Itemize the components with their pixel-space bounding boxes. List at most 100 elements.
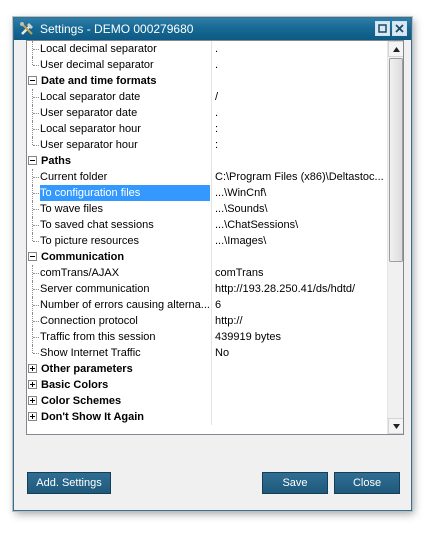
- property-name-cell[interactable]: Connection protocol: [27, 313, 212, 329]
- scrollbar-thumb[interactable]: [389, 58, 403, 262]
- property-name-cell[interactable]: To configuration files: [27, 185, 212, 201]
- property-row[interactable]: Number of errors causing alterna... 6: [27, 297, 387, 313]
- property-value-cell[interactable]: /: [213, 89, 387, 105]
- property-row[interactable]: To picture resources ...\Images\: [27, 233, 387, 249]
- category-row[interactable]: Date and time formats: [27, 73, 387, 89]
- settings-window: Settings - DEMO 000279680 Local decimal …: [13, 17, 412, 511]
- property-name-cell[interactable]: Server communication: [27, 281, 212, 297]
- property-row[interactable]: Local separator date /: [27, 89, 387, 105]
- property-value-cell[interactable]: :: [213, 137, 387, 153]
- property-value-cell[interactable]: C:\Program Files (x86)\Deltastoc...: [213, 169, 387, 185]
- property-value-cell[interactable]: 439919 bytes: [213, 329, 387, 345]
- collapse-icon[interactable]: [28, 252, 37, 261]
- property-label: To wave files: [40, 203, 103, 215]
- property-row[interactable]: comTrans/AJAX comTrans: [27, 265, 387, 281]
- property-row[interactable]: To configuration files ...\WinCnf\: [27, 185, 387, 201]
- collapse-icon[interactable]: [28, 156, 37, 165]
- property-label: Local separator hour: [40, 123, 141, 135]
- property-name-cell[interactable]: Color Schemes: [27, 393, 212, 409]
- property-name-cell[interactable]: Don't Show It Again: [27, 409, 212, 425]
- close-button[interactable]: Close: [334, 472, 400, 494]
- expand-icon[interactable]: [28, 412, 37, 421]
- property-value-cell[interactable]: http://193.28.250.41/ds/hdtd/: [213, 281, 387, 297]
- tree-branch: [33, 177, 39, 178]
- vertical-scrollbar[interactable]: [387, 41, 403, 434]
- property-name-cell[interactable]: Number of errors causing alterna...: [27, 297, 212, 313]
- property-name-cell[interactable]: User separator hour: [27, 137, 212, 153]
- category-row[interactable]: Basic Colors: [27, 377, 387, 393]
- restore-button[interactable]: [375, 21, 390, 36]
- property-row[interactable]: Local separator hour:: [27, 121, 387, 137]
- tree-branch: [33, 273, 39, 274]
- property-row[interactable]: Server communication http://193.28.250.41…: [27, 281, 387, 297]
- property-name-cell[interactable]: To picture resources: [27, 233, 212, 249]
- save-button[interactable]: Save: [262, 472, 328, 494]
- property-row[interactable]: Local decimal separator.: [27, 41, 387, 57]
- property-name-cell[interactable]: Local decimal separator: [27, 41, 212, 57]
- collapse-icon[interactable]: [28, 76, 37, 85]
- property-value-cell[interactable]: .: [213, 57, 387, 73]
- property-value-cell[interactable]: ...\Images\: [213, 233, 387, 249]
- scroll-up-button[interactable]: [388, 41, 403, 57]
- property-row[interactable]: User separator date.: [27, 105, 387, 121]
- category-row[interactable]: Don't Show It Again: [27, 409, 387, 425]
- property-name-cell[interactable]: User separator date: [27, 105, 212, 121]
- category-label: Don't Show It Again: [41, 411, 145, 423]
- tree-branch: [33, 337, 39, 338]
- property-name-cell[interactable]: To wave files: [27, 201, 212, 217]
- property-row[interactable]: Traffic from this session 439919 bytes: [27, 329, 387, 345]
- property-row[interactable]: User decimal separator.: [27, 57, 387, 73]
- property-label: Connection protocol: [40, 315, 138, 327]
- close-window-button[interactable]: [392, 21, 407, 36]
- scroll-down-button[interactable]: [388, 418, 403, 434]
- property-row[interactable]: Show Internet Traffic No: [27, 345, 387, 361]
- title-bar[interactable]: Settings - DEMO 000279680: [14, 18, 411, 40]
- property-label: User separator date: [40, 107, 138, 119]
- category-label: Basic Colors: [41, 379, 109, 391]
- property-value-cell[interactable]: .: [213, 41, 387, 57]
- property-name-cell[interactable]: Show Internet Traffic: [27, 345, 212, 361]
- property-value-cell[interactable]: .: [213, 105, 387, 121]
- property-value-cell: [213, 361, 387, 377]
- property-row[interactable]: Current folder C:\Program Files (x86)\Del…: [27, 169, 387, 185]
- settings-property-grid[interactable]: Local decimal separator. User decimal sep…: [26, 40, 404, 435]
- category-row[interactable]: Other parameters: [27, 361, 387, 377]
- property-value-cell[interactable]: http://: [213, 313, 387, 329]
- property-value-cell[interactable]: No: [213, 345, 387, 361]
- property-value-cell[interactable]: ...\WinCnf\: [213, 185, 387, 201]
- property-name-cell[interactable]: Date and time formats: [27, 73, 212, 89]
- property-value-cell[interactable]: comTrans: [213, 265, 387, 281]
- property-value-cell[interactable]: ...\Sounds\: [213, 201, 387, 217]
- category-row[interactable]: Communication: [27, 249, 387, 265]
- tree-branch: [33, 289, 39, 290]
- property-name-cell[interactable]: Basic Colors: [27, 377, 212, 393]
- property-name-cell[interactable]: Current folder: [27, 169, 212, 185]
- category-row[interactable]: Color Schemes: [27, 393, 387, 409]
- property-name-cell[interactable]: Communication: [27, 249, 212, 265]
- property-name-cell[interactable]: Other parameters: [27, 361, 212, 377]
- property-label: Number of errors causing alterna...: [40, 299, 210, 311]
- property-label: comTrans/AJAX: [40, 267, 120, 279]
- property-name-cell[interactable]: Traffic from this session: [27, 329, 212, 345]
- category-row[interactable]: Paths: [27, 153, 387, 169]
- property-name-cell[interactable]: User decimal separator: [27, 57, 212, 73]
- property-row[interactable]: User separator hour:: [27, 137, 387, 153]
- expand-icon[interactable]: [28, 364, 37, 373]
- property-value-cell[interactable]: ...\ChatSessions\: [213, 217, 387, 233]
- expand-icon[interactable]: [28, 396, 37, 405]
- property-name-cell[interactable]: To saved chat sessions: [27, 217, 212, 233]
- property-value-cell[interactable]: :: [213, 121, 387, 137]
- property-name-cell[interactable]: Local separator date: [27, 89, 212, 105]
- tree-branch: [33, 49, 39, 50]
- expand-icon[interactable]: [28, 380, 37, 389]
- property-value-cell: [213, 409, 387, 425]
- property-name-cell[interactable]: comTrans/AJAX: [27, 265, 212, 281]
- property-row[interactable]: To saved chat sessions ...\ChatSessions\: [27, 217, 387, 233]
- property-value-cell[interactable]: 6: [213, 297, 387, 313]
- tree-line: [32, 233, 34, 241]
- property-row[interactable]: To wave files ...\Sounds\: [27, 201, 387, 217]
- property-name-cell[interactable]: Local separator hour: [27, 121, 212, 137]
- property-row[interactable]: Connection protocol http://: [27, 313, 387, 329]
- property-name-cell[interactable]: Paths: [27, 153, 212, 169]
- add-settings-button[interactable]: Add. Settings: [27, 472, 111, 494]
